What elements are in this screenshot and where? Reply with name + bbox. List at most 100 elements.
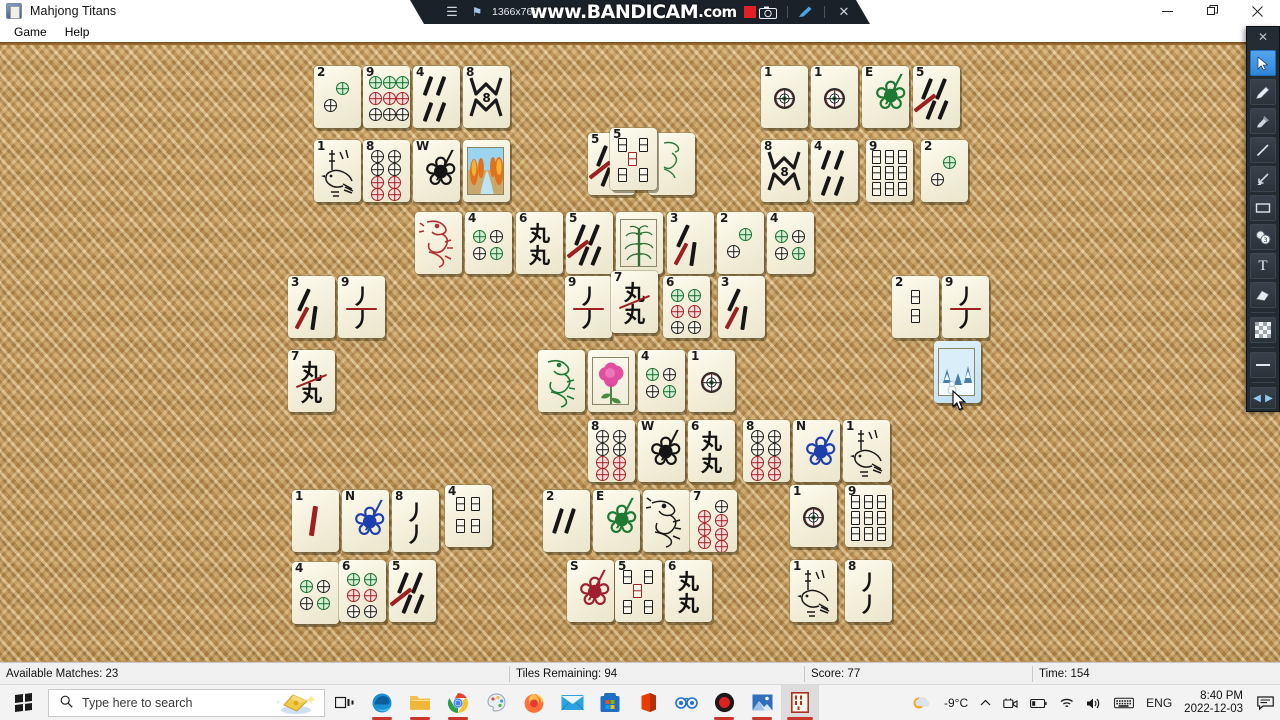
tile-2-circles-c[interactable]: 2 bbox=[717, 212, 764, 274]
recorder-close-icon[interactable]: ✕ bbox=[832, 0, 856, 24]
tile-2-circles-b[interactable]: 2 bbox=[921, 140, 968, 202]
tile-3-bamboo-c[interactable]: 3 bbox=[718, 276, 765, 338]
search-input[interactable]: Type here to search bbox=[48, 688, 325, 717]
tile-9-character-b[interactable]: 9丿丿 bbox=[565, 276, 612, 338]
line-tool[interactable] bbox=[1250, 137, 1276, 163]
tile-8-bamboo-w-b[interactable]: 8 8 bbox=[761, 140, 808, 202]
highlighter-tool[interactable] bbox=[1250, 108, 1276, 134]
tile-8-character-b[interactable]: 8丿丿 bbox=[845, 560, 892, 622]
tile-3-bamboo-a[interactable]: 3 bbox=[667, 212, 714, 274]
tile-4-bamboo[interactable]: 4 bbox=[413, 66, 460, 128]
tile-1-bamboo-bird[interactable]: 1 bbox=[314, 140, 361, 202]
numbering-tool[interactable]: 3 bbox=[1250, 224, 1276, 250]
tile-6-circles-b[interactable]: 6 bbox=[339, 560, 386, 622]
volume-icon[interactable] bbox=[1080, 685, 1108, 720]
menu-game[interactable]: Game bbox=[5, 23, 56, 41]
minimize-button[interactable] bbox=[1145, 0, 1190, 22]
tile-7-circles[interactable]: 7 bbox=[690, 490, 737, 552]
tile-2-circles[interactable]: 2 bbox=[314, 66, 361, 128]
taskbar-office[interactable] bbox=[629, 685, 667, 720]
camera-icon[interactable] bbox=[756, 0, 780, 24]
tile-south-wind[interactable]: S ❀ ╱ bbox=[567, 560, 614, 622]
taskbar-blue-app[interactable] bbox=[667, 685, 705, 720]
nav-prev-icon[interactable]: ◀ bbox=[1253, 393, 1261, 404]
tool-dock-nav[interactable]: ◀ ▶ bbox=[1250, 387, 1276, 409]
tile-6-character-b[interactable]: 6丸丸 bbox=[688, 420, 735, 482]
taskbar-mahjong-titans[interactable] bbox=[781, 684, 819, 720]
taskbar-microsoft-store[interactable] bbox=[591, 685, 629, 720]
language-indicator[interactable]: ENG bbox=[1140, 685, 1178, 720]
tile-white-dragon[interactable] bbox=[643, 490, 690, 552]
text-tool[interactable]: T bbox=[1250, 253, 1276, 279]
tile-4-circles-b[interactable]: 4 bbox=[767, 212, 814, 274]
tile-autumn-season[interactable] bbox=[463, 140, 510, 202]
eraser-tool[interactable] bbox=[1250, 282, 1276, 308]
tile-1-circle-c[interactable]: 1 bbox=[688, 350, 735, 412]
tile-5-bamboo-e[interactable]: 5 bbox=[389, 560, 436, 622]
tile-east-wind-b[interactable]: E ❀ ╱ bbox=[593, 490, 640, 552]
taskbar-paint[interactable] bbox=[477, 685, 515, 720]
taskbar-edge[interactable] bbox=[363, 685, 401, 720]
tile-5-bamboo-d[interactable]: 5 bbox=[566, 212, 613, 274]
keyboard-icon[interactable] bbox=[1108, 685, 1140, 720]
wifi-icon[interactable] bbox=[1053, 685, 1080, 720]
rectangle-tool[interactable] bbox=[1250, 195, 1276, 221]
tile-1-circle-d[interactable]: 1 bbox=[790, 485, 837, 547]
tile-east-wind-a[interactable]: E ❀ ╱ bbox=[862, 66, 909, 128]
notifications-icon[interactable] bbox=[1251, 685, 1280, 720]
tile-8-circles-c[interactable]: 8 bbox=[743, 420, 790, 482]
line-width-tool[interactable] bbox=[1250, 352, 1276, 378]
tile-6-character-c[interactable]: 6丸丸 bbox=[665, 560, 712, 622]
tile-west-wind-b[interactable]: W ❀ ╱ bbox=[638, 420, 685, 482]
tile-6-character-a[interactable]: 6丸丸 bbox=[516, 212, 563, 274]
tile-flower-season[interactable] bbox=[588, 350, 635, 412]
tile-green-dragon[interactable] bbox=[538, 350, 585, 412]
tile-1-bamboo-bird-c[interactable]: 1 bbox=[790, 560, 837, 622]
tile-6-circles-a[interactable]: 6 bbox=[663, 276, 710, 338]
tile-8-character-a[interactable]: 8丿丿 bbox=[392, 490, 439, 552]
tile-1-bamboo-red[interactable]: 1 bbox=[292, 490, 339, 552]
menu-help[interactable]: Help bbox=[56, 23, 99, 41]
close-button[interactable] bbox=[1235, 0, 1280, 22]
tile-1-circle-a[interactable]: 1 bbox=[761, 66, 808, 128]
taskbar-chrome[interactable] bbox=[439, 685, 477, 720]
tile-2-bamboo-b[interactable]: 2 bbox=[543, 490, 590, 552]
tile-3-bamboo-b[interactable]: 3 bbox=[288, 276, 335, 338]
tile-9-character-a[interactable]: 9丿丿 bbox=[338, 276, 385, 338]
tile-2-bamboo-a[interactable]: 2 bbox=[892, 276, 939, 338]
tile-5-bamboo-c[interactable]: 5 bbox=[913, 66, 960, 128]
taskbar-photos[interactable] bbox=[743, 685, 781, 720]
tile-9-bamboo-grid[interactable]: 9 bbox=[866, 140, 913, 202]
camera-tray-icon[interactable] bbox=[997, 685, 1024, 720]
clock[interactable]: 8:40 PM 2022-12-03 bbox=[1178, 690, 1251, 716]
start-button[interactable] bbox=[0, 685, 46, 720]
tile-1-circle-b[interactable]: 1 bbox=[811, 66, 858, 128]
tile-8-circles[interactable]: 8 bbox=[363, 140, 410, 202]
tile-4-circles-a[interactable]: 4 bbox=[465, 212, 512, 274]
tile-7-character-b[interactable]: 7丸丸 bbox=[611, 271, 658, 333]
taskbar-file-explorer[interactable] bbox=[401, 685, 439, 720]
taskbar-bandicam[interactable] bbox=[705, 685, 743, 720]
battery-icon[interactable] bbox=[1024, 685, 1053, 720]
tile-4-circles-c[interactable]: 4 bbox=[638, 350, 685, 412]
arrow-tool[interactable] bbox=[1250, 166, 1276, 192]
taskbar-firefox[interactable] bbox=[515, 685, 553, 720]
tile-4-bamboo-grid[interactable]: 4 bbox=[445, 485, 492, 547]
game-board[interactable]: 2948 8 1 8 W ❀ ╱ 5 5 1 1 E ❀ ╱ 5 8 8 4 9… bbox=[0, 42, 1280, 662]
tile-4-bamboo-b[interactable]: 4 bbox=[811, 140, 858, 202]
tile-8-circles-b[interactable]: 8 bbox=[588, 420, 635, 482]
hamburger-menu-icon[interactable]: ☰ bbox=[438, 0, 466, 24]
weather-icon[interactable] bbox=[906, 685, 938, 720]
tile-red-dragon[interactable] bbox=[415, 212, 462, 274]
pin-icon[interactable]: ⚑ bbox=[466, 0, 488, 24]
taskbar-mail[interactable] bbox=[553, 685, 591, 720]
transparency-tool[interactable] bbox=[1250, 317, 1276, 343]
tile-west-wind[interactable]: W ❀ ╱ bbox=[413, 140, 460, 202]
tile-7-character-a[interactable]: 7丸丸 bbox=[288, 350, 335, 412]
tile-5-bamboo-grid[interactable]: 5 bbox=[610, 128, 657, 190]
pen-icon[interactable] bbox=[795, 0, 817, 24]
cursor-tool[interactable] bbox=[1250, 50, 1276, 76]
tile-5-bamboo-grid-b[interactable]: 5 bbox=[615, 560, 662, 622]
tile-9-bamboo-grid-b[interactable]: 9 bbox=[845, 485, 892, 547]
tile-8-bamboo-w[interactable]: 8 8 bbox=[463, 66, 510, 128]
